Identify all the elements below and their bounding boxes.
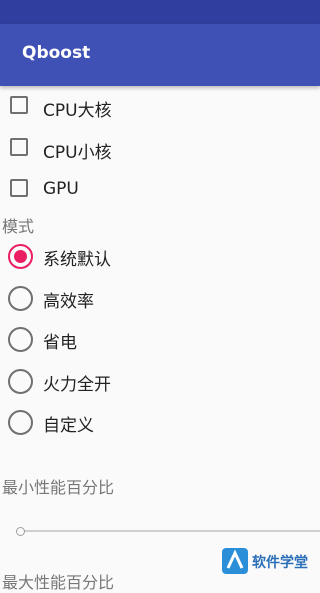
radio-label: 火力全开 [43,375,111,395]
watermark: 软件学堂 [222,548,320,578]
checkbox-cpu-big[interactable]: CPU大核 [0,87,320,127]
radio-label: 自定义 [43,416,94,436]
min-perf-seekbar-thumb[interactable] [16,527,25,536]
radio-full-power[interactable]: 火力全开 [0,361,320,401]
app-title: Qboost [22,43,91,63]
radio-power-saving[interactable]: 省电 [0,319,320,359]
radio-button[interactable] [8,244,33,269]
radio-high-efficiency[interactable]: 高效率 [0,278,320,318]
radio-button[interactable] [8,369,33,394]
checkbox-label: GPU [43,179,79,199]
checkbox-label: CPU小核 [43,143,112,163]
checkbox-gpu[interactable]: GPU [0,170,320,210]
watermark-text: 软件学堂 [252,555,308,571]
checkbox-box[interactable] [10,96,28,114]
checkbox-cpu-little[interactable]: CPU小核 [0,129,320,169]
radio-custom[interactable]: 自定义 [0,402,320,442]
radio-label: 系统默认 [43,250,111,270]
app-bar: Qboost [0,24,320,86]
checkbox-label: CPU大核 [43,101,112,121]
min-perf-label: 最小性能百分比 [2,478,115,497]
radio-button[interactable] [8,286,33,311]
radio-label: 高效率 [43,292,94,312]
radio-button[interactable] [8,327,33,352]
watermark-logo-icon [222,548,248,574]
checkbox-box[interactable] [10,138,28,156]
max-perf-label: 最大性能百分比 [2,573,115,592]
mode-section-label: 模式 [2,217,35,236]
radio-dot [14,250,27,263]
radio-system-default[interactable]: 系统默认 [0,236,320,276]
radio-label: 省电 [43,333,77,353]
status-bar [0,0,320,24]
radio-button[interactable] [8,410,33,435]
checkbox-box[interactable] [10,179,28,197]
min-perf-seekbar-track[interactable] [18,530,320,532]
